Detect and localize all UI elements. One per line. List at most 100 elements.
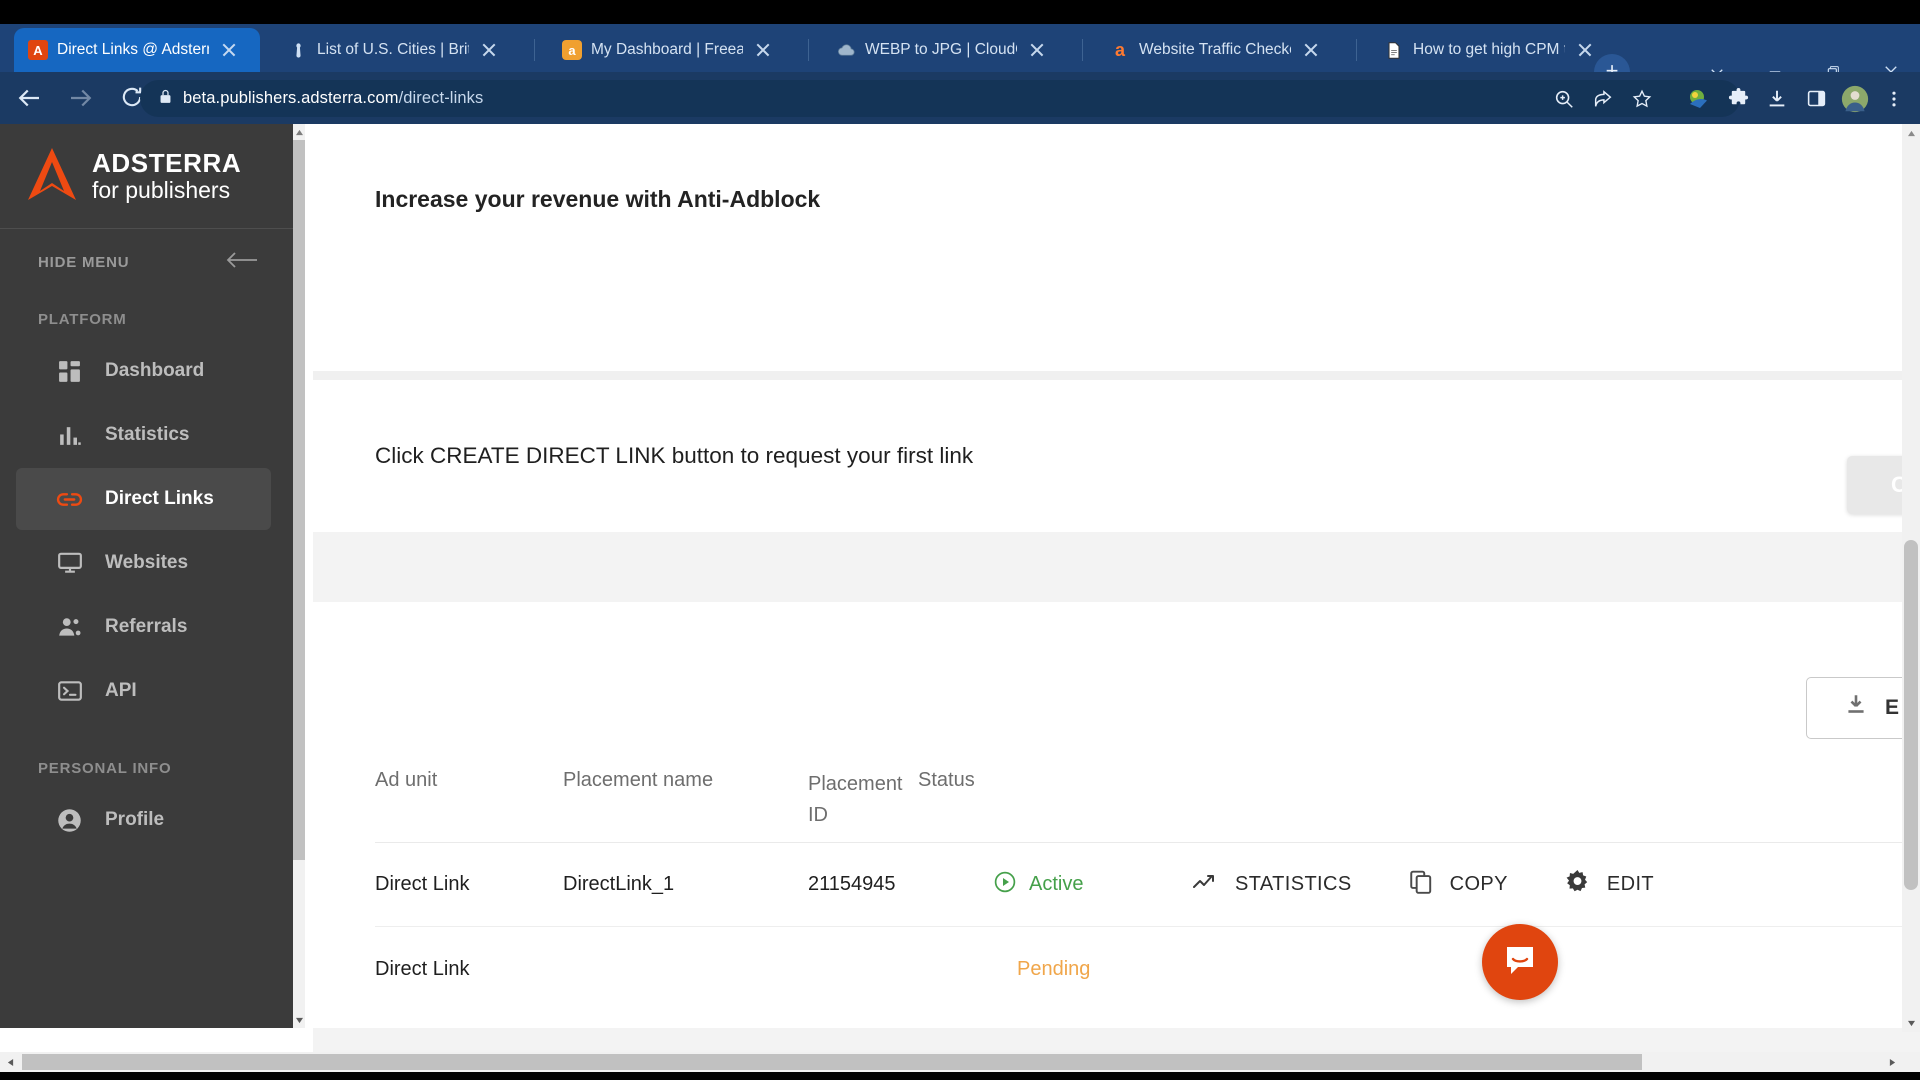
adsterra-logo-icon [26,146,78,207]
back-arrow-icon[interactable] [14,83,44,113]
sidebar-item-label: Websites [105,552,189,573]
tab-title: How to get high CPM traff [1413,41,1565,58]
brand-text: ADSTERRA for publishers [92,149,241,201]
create-hint-text: Click CREATE DIRECT LINK button to reque… [375,443,974,468]
url-text: beta.publishers.adsterra.com/direct-link… [183,89,483,108]
bar-chart-icon [56,422,83,449]
monitor-icon [56,550,83,577]
create-direct-link-card: Click CREATE DIRECT LINK button to reque… [313,380,1920,532]
browser-tab-3[interactable]: a My Dashboard | Freeads C [548,28,794,72]
extension-color-icon[interactable] [1681,81,1717,117]
browser-tab-5[interactable]: a Website Traffic Checker: Es [1096,28,1342,72]
download-icon[interactable] [1759,81,1795,117]
hide-menu-label: HIDE MENU [38,253,130,271]
sidebar-item-referrals[interactable]: Referrals [16,596,271,658]
share-icon[interactable] [1585,81,1621,117]
direct-links-table-card: E Ad unit Placement name Placement ID St… [313,602,1920,1056]
brand-logo[interactable]: ADSTERRA for publishers [0,124,293,229]
statistics-button[interactable]: STATISTICS [1193,872,1352,898]
scroll-down-arrow-icon[interactable] [293,1012,305,1028]
browser-tab-1[interactable]: A Direct Links @ Adsterra [14,28,260,72]
statistics-label: STATISTICS [1235,873,1352,895]
sidebar-section-platform: PLATFORM [38,311,127,328]
copy-button[interactable]: COPY [1408,869,1508,901]
url-path: /direct-links [398,89,484,107]
browser-chrome: A Direct Links @ Adsterra List of U.S. C… [0,0,1920,124]
content-divider-2 [313,532,1920,602]
tab-title: Website Traffic Checker: Es [1139,41,1291,58]
window-bottom-edge [0,1072,1920,1080]
browser-tab-6[interactable]: How to get high CPM traff [1370,28,1616,72]
copy-label: COPY [1449,873,1508,895]
close-icon[interactable] [1574,39,1596,61]
intercom-chat-button[interactable] [1482,924,1558,1000]
scroll-down-arrow-icon[interactable] [1902,1014,1920,1032]
sidebar-item-label: Statistics [105,424,190,445]
cloudconvert-icon [836,40,856,60]
status-label: Pending [1017,957,1091,980]
sidebar-item-profile[interactable]: Profile [16,789,271,851]
browser-tab-4[interactable]: WEBP to JPG | CloudConve [822,28,1068,72]
copy-icon [1408,869,1434,901]
scroll-up-arrow-icon[interactable] [1902,124,1920,142]
sidebar-item-label: Profile [105,809,165,830]
app-sidebar: ADSTERRA for publishers HIDE MENU PLATFO… [0,124,293,1028]
close-icon[interactable] [1026,39,1048,61]
tab-strip: A Direct Links @ Adsterra List of U.S. C… [0,24,1920,90]
table-row[interactable]: Direct Link DirectLink_1 21154945 Active [375,843,1920,927]
tab-title: My Dashboard | Freeads C [591,41,743,58]
close-icon[interactable] [478,39,500,61]
close-icon[interactable] [1300,39,1322,61]
sidebar-scrollbar-thumb[interactable] [293,140,305,860]
sidebar-item-statistics[interactable]: Statistics [16,404,271,466]
britannica-icon [288,40,308,60]
bookmark-star-icon[interactable] [1624,81,1660,117]
cell-placement-id: 21154945 [808,873,896,895]
scroll-up-arrow-icon[interactable] [293,124,305,140]
cell-ad-unit: Direct Link [375,873,470,895]
row-actions: STATISTICS COPY EDIT [1193,868,1920,901]
url-host: beta.publishers.adsterra.com [183,89,399,107]
column-header-actions [1118,747,1920,769]
zoom-icon[interactable] [1546,81,1582,117]
page-scrollbar-thumb-horizontal[interactable] [22,1054,1642,1070]
table-row[interactable]: Direct Link Pending [375,927,1920,1011]
tab-title: Direct Links @ Adsterra [57,41,209,58]
scroll-left-arrow-icon[interactable] [0,1052,20,1072]
browser-tab-2[interactable]: List of U.S. Cities | Britannic [274,28,520,72]
sidebar-item-label: API [105,680,137,701]
forward-arrow-icon [66,83,96,113]
status-badge: Pending [993,958,1193,981]
close-icon[interactable] [752,39,774,61]
page-scrollbar-thumb-vertical[interactable] [1904,540,1918,890]
sidebar-item-direct-links[interactable]: Direct Links [16,468,271,530]
sidebar-item-label: Dashboard [105,360,205,381]
ahrefs-icon: a [1114,40,1125,60]
column-header-status: Status [918,769,975,791]
play-circle-icon [993,870,1017,900]
page-viewport: ADSTERRA for publishers HIDE MENU PLATFO… [0,124,1920,1056]
intercom-chat-icon [1500,940,1540,985]
content-divider-1 [313,371,1920,380]
close-icon[interactable] [218,39,240,61]
cell-ad-unit: Direct Link [375,957,470,980]
adsterra-icon: A [28,40,48,60]
dashboard-grid-icon [56,358,83,385]
address-bar[interactable]: beta.publishers.adsterra.com/direct-link… [140,80,1740,117]
sidebar-item-websites[interactable]: Websites [16,532,271,594]
sidebar-item-api[interactable]: API [16,660,271,722]
hide-menu-button[interactable]: HIDE MENU [0,229,293,295]
puzzle-extensions-icon[interactable] [1720,81,1756,117]
title-bar [0,0,1920,24]
profile-avatar[interactable] [1837,81,1873,117]
direct-links-table: Ad unit Placement name Placement ID Stat… [375,747,1920,1011]
freeads-icon: a [562,40,582,60]
scroll-right-arrow-icon[interactable] [1882,1052,1902,1072]
edit-button[interactable]: EDIT [1564,868,1654,901]
main-content: Increase your revenue with Anti-Adblock … [313,124,1920,1056]
more-menu-icon[interactable] [1876,81,1912,117]
sidebar-item-dashboard[interactable]: Dashboard [16,340,271,402]
tab-divider [808,39,809,61]
side-panel-icon[interactable] [1798,81,1834,117]
sidebar-section-personal-info: PERSONAL INFO [38,760,172,777]
